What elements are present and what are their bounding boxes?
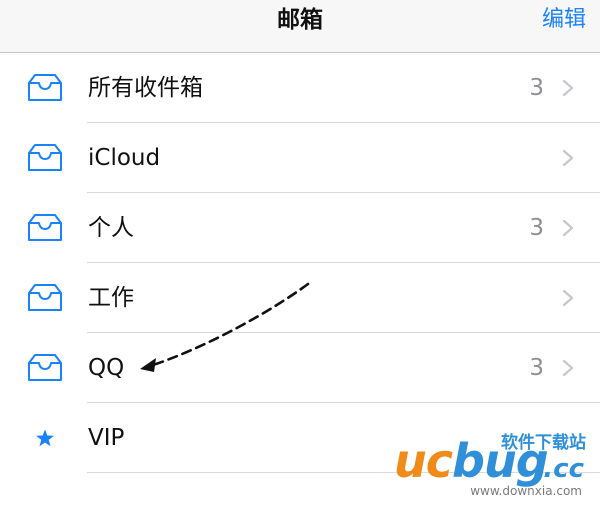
mailbox-label: QQ (88, 355, 125, 381)
mailbox-row-personal[interactable]: 个人 3 (0, 193, 600, 263)
mailbox-label: 所有收件箱 (88, 75, 203, 101)
page-title: 邮箱 (277, 7, 323, 33)
chevron-right-icon (562, 359, 574, 377)
inbox-icon (28, 214, 62, 241)
navigation-bar: 邮箱 编辑 (0, 0, 600, 53)
chevron-right-icon (562, 149, 574, 167)
chevron-right-icon (562, 289, 574, 307)
inbox-icon (28, 354, 62, 381)
edit-button[interactable]: 编辑 (542, 0, 586, 40)
unread-count: 3 (529, 355, 544, 381)
watermark-logo: ucbug 软件下载站 .cc www.downxia.com (394, 426, 594, 498)
star-icon (36, 429, 54, 447)
mailbox-row-icloud[interactable]: iCloud (0, 123, 600, 193)
mailbox-label: 工作 (88, 285, 134, 311)
chevron-right-icon (562, 79, 574, 97)
unread-count: 3 (529, 215, 544, 241)
mailbox-row-all-inboxes[interactable]: 所有收件箱 3 (0, 53, 600, 123)
mailbox-label: VIP (88, 425, 125, 451)
mailbox-row-qq[interactable]: QQ 3 (0, 333, 600, 403)
watermark-domain-suffix: .cc (543, 454, 584, 484)
mailbox-row-work[interactable]: 工作 (0, 263, 600, 333)
inbox-icon (28, 74, 62, 101)
unread-count: 3 (529, 75, 544, 101)
mailbox-label: iCloud (88, 145, 161, 171)
mailbox-label: 个人 (88, 215, 134, 241)
inbox-icon (28, 144, 62, 171)
watermark-cn-text: 软件下载站 (501, 433, 586, 453)
watermark-url: www.downxia.com (470, 484, 582, 498)
inbox-icon (28, 284, 62, 311)
chevron-right-icon (562, 219, 574, 237)
mailbox-list: 所有收件箱 3 iCloud 个人 3 工作 QQ 3 VIP (0, 53, 600, 473)
